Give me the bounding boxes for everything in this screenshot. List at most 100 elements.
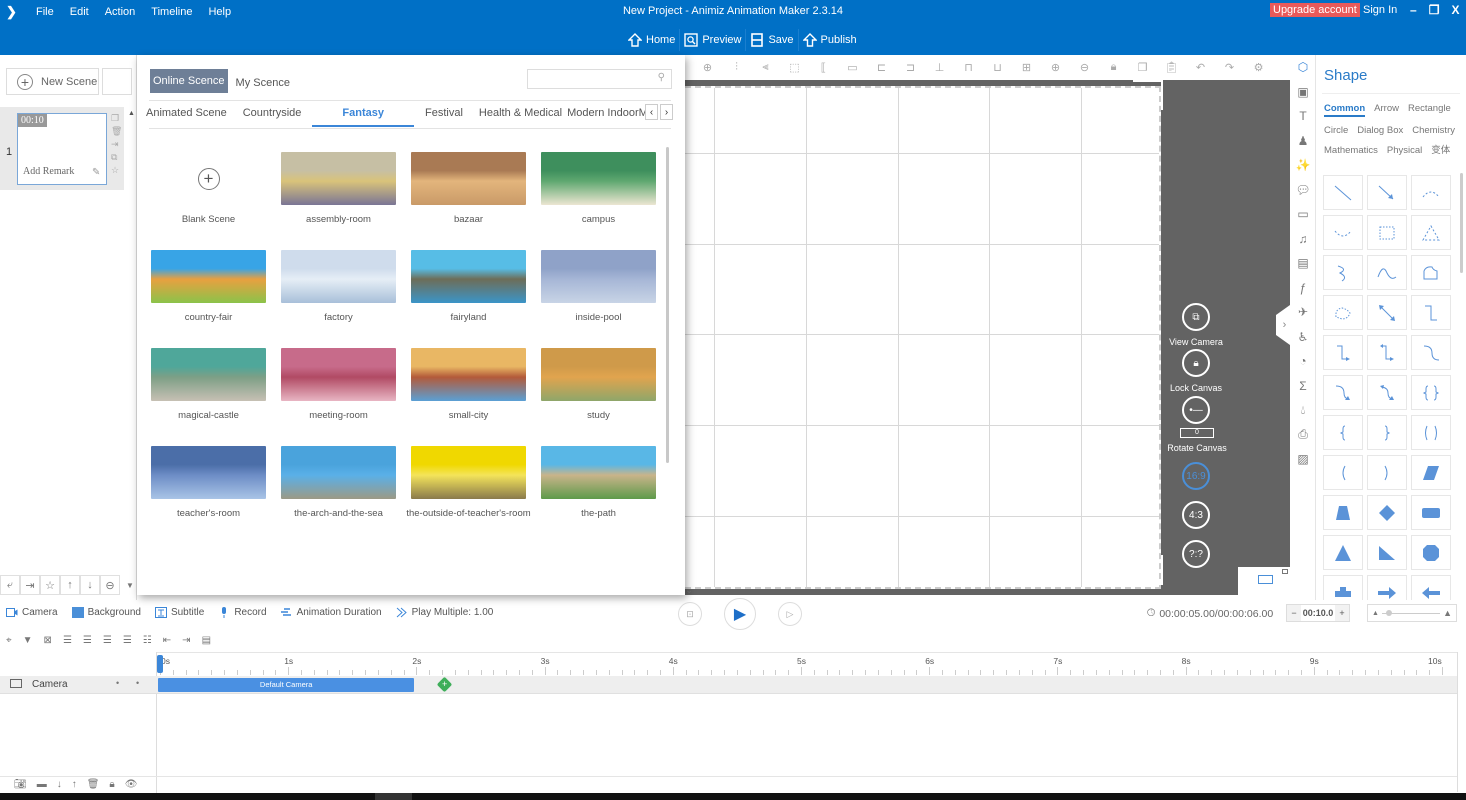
shape-octagon[interactable] — [1411, 535, 1451, 570]
save-button[interactable]: Save — [746, 29, 799, 51]
image-icon[interactable]: ▣ — [1290, 80, 1316, 105]
collapse-chevron-icon[interactable]: ⌄ — [685, 585, 707, 597]
align-end-icon[interactable]: ☰ — [123, 635, 132, 646]
close-button[interactable]: X — [1451, 3, 1459, 17]
photo-icon[interactable]: ▨ — [1290, 447, 1316, 472]
duplicate-scene-icon[interactable]: ⧉ — [111, 152, 122, 163]
delete-scene-icon[interactable]: 🗑︎ — [111, 126, 122, 137]
shape-left-paren[interactable] — [1323, 455, 1363, 490]
shape-double-step-arrow[interactable] — [1367, 335, 1407, 370]
shape-s-curve[interactable] — [1411, 335, 1451, 370]
minimize-button[interactable]: – — [1410, 3, 1417, 17]
shape-tab-dialog-box[interactable]: Dialog Box — [1357, 125, 1403, 137]
shape-blob[interactable] — [1411, 255, 1451, 290]
move-down-icon[interactable]: ↓ — [80, 575, 100, 595]
home-button[interactable]: Home — [624, 29, 681, 51]
shape-dashed-rectangle[interactable] — [1367, 215, 1407, 250]
mini-camera-preview[interactable] — [1238, 567, 1290, 595]
align-top-center-icon[interactable]: ⊥ — [925, 61, 954, 74]
edit-remark-icon[interactable]: ✎ — [92, 167, 100, 178]
scene-item-the-path[interactable]: the-path — [541, 446, 656, 519]
copy-icon[interactable]: ❐ — [1128, 61, 1157, 74]
ratio-4-3-button[interactable]: 4:3 — [1182, 501, 1210, 529]
distribute-icon[interactable]: ⬚ — [780, 61, 809, 74]
scene-thumbnail[interactable]: 00:10 Add Remark ✎ — [17, 113, 107, 185]
scene-item-the-arch-and-the-sea[interactable]: the-arch-and-the-sea — [281, 446, 396, 519]
move-down-icon[interactable]: ↓ — [57, 779, 62, 790]
scrollbar[interactable] — [666, 147, 669, 463]
blank-scene-item[interactable]: + Blank Scene — [151, 152, 266, 225]
shape-arrow-line[interactable] — [1367, 175, 1407, 210]
background-tool[interactable]: Background — [71, 607, 141, 618]
category-next-button[interactable]: › — [660, 104, 673, 120]
view-camera-button[interactable]: ⧉ — [1182, 303, 1210, 331]
scene-item-teacher-s-room[interactable]: teacher's-room — [151, 446, 266, 519]
preview-button[interactable]: Preview — [680, 29, 747, 51]
scene-item-magical-castle[interactable]: magical-castle — [151, 348, 266, 421]
scene-item-assembly-room[interactable]: assembly-room — [281, 152, 396, 225]
shift-left-icon[interactable]: ⇤ — [163, 635, 171, 646]
shape-tab-mathematics[interactable]: Mathematics — [1324, 145, 1378, 157]
shape-tab-physical[interactable]: Physical — [1387, 145, 1422, 157]
shape-tab-common[interactable]: Common — [1324, 103, 1366, 117]
align-top-icon[interactable]: ⊓ — [954, 61, 983, 74]
camera-snapshot-icon[interactable]: 📷︎ — [14, 779, 27, 790]
shape-dashed-triangle[interactable] — [1411, 215, 1451, 250]
align-center-icon[interactable]: ⊞ — [1012, 61, 1041, 74]
category-tab-health-medical[interactable]: Health & Medical — [474, 103, 562, 123]
shape-double-curve-arrow[interactable] — [1367, 375, 1407, 410]
taskbar-item[interactable] — [375, 793, 412, 800]
shape-right-brace[interactable] — [1367, 415, 1407, 450]
lock-canvas-button[interactable]: 🔒︎ — [1182, 349, 1210, 377]
record-tool[interactable]: Record — [218, 607, 267, 618]
shape-icon[interactable]: ⬡ — [1290, 55, 1316, 80]
shape-right-paren[interactable] — [1367, 455, 1407, 490]
flash-icon[interactable]: ƒ — [1290, 276, 1316, 301]
effects-icon[interactable]: ✨ — [1290, 153, 1316, 178]
distribute-v-icon[interactable]: ⟦ — [809, 61, 838, 74]
zoom-in-icon[interactable]: ⊕ — [1041, 61, 1070, 74]
shape-braces-pair[interactable] — [1411, 375, 1451, 410]
scrollbar[interactable] — [1460, 173, 1463, 273]
sign-in-link[interactable]: Sign In — [1363, 4, 1397, 16]
tab-online-scence[interactable]: Online Scence — [150, 69, 228, 93]
paste-icon[interactable]: 📋︎ — [1157, 61, 1186, 74]
align-text-icon[interactable]: ▭ — [838, 61, 867, 74]
search-icon[interactable]: ⚲ — [658, 72, 665, 83]
timeline-zoom-slider[interactable]: ▲ ▲ — [1367, 604, 1457, 622]
delete-icon[interactable]: 🗑︎ — [87, 779, 100, 790]
subtitle-tool[interactable]: Subtitle — [154, 607, 204, 618]
scene-item-study[interactable]: study — [541, 348, 656, 421]
folder-icon[interactable]: ▬ — [37, 779, 47, 790]
align-v-bottom-icon[interactable]: ⊔ — [983, 61, 1012, 74]
add-remark-label[interactable]: Add Remark — [23, 166, 74, 177]
category-tab-modern-indoor[interactable]: Modern Indoor — [562, 103, 639, 123]
preview-frame-button[interactable]: ⊡ — [678, 602, 702, 626]
redo-icon[interactable]: ↷ — [1215, 61, 1244, 74]
shape-diamond[interactable] — [1367, 495, 1407, 530]
scene-search-input[interactable]: ⚲ — [527, 69, 672, 89]
clear-icon[interactable]: ⊠ — [44, 635, 52, 646]
align-right-icon[interactable]: ☰ — [83, 635, 92, 646]
shape-step-arrow[interactable] — [1323, 335, 1363, 370]
lock-icon[interactable]: 🔒︎ — [109, 779, 114, 790]
scene-item-fairyland[interactable]: fairyland — [411, 250, 526, 323]
zoom-out-icon[interactable]: ⊖ — [1070, 61, 1099, 74]
shape-tab-rectangle[interactable]: Rectangle — [1408, 103, 1451, 117]
shape-tab-variant[interactable]: 变体 — [1431, 145, 1450, 157]
music-icon[interactable]: ♫ — [1290, 227, 1316, 252]
shape-tab-chemistry[interactable]: Chemistry — [1412, 125, 1455, 137]
shape-right-triangle[interactable] — [1367, 535, 1407, 570]
shape-dashed-arc[interactable] — [1411, 175, 1451, 210]
video-icon[interactable]: ▤ — [1290, 251, 1316, 276]
text-icon[interactable]: T — [1290, 104, 1316, 129]
distribute-icon[interactable]: ☷ — [143, 635, 152, 646]
align-center-icon[interactable]: ☰ — [103, 635, 112, 646]
character-icon[interactable]: ♟ — [1290, 129, 1316, 154]
play-multiple-tool[interactable]: Play Multiple: 1.00 — [396, 607, 493, 618]
next-frame-button[interactable]: ▷ — [778, 602, 802, 626]
favorite-scene-icon[interactable]: ☆ — [111, 165, 122, 176]
shape-triangle[interactable] — [1323, 535, 1363, 570]
plane-icon[interactable]: ✈ — [1290, 300, 1316, 325]
scene-item-inside-pool[interactable]: inside-pool — [541, 250, 656, 323]
